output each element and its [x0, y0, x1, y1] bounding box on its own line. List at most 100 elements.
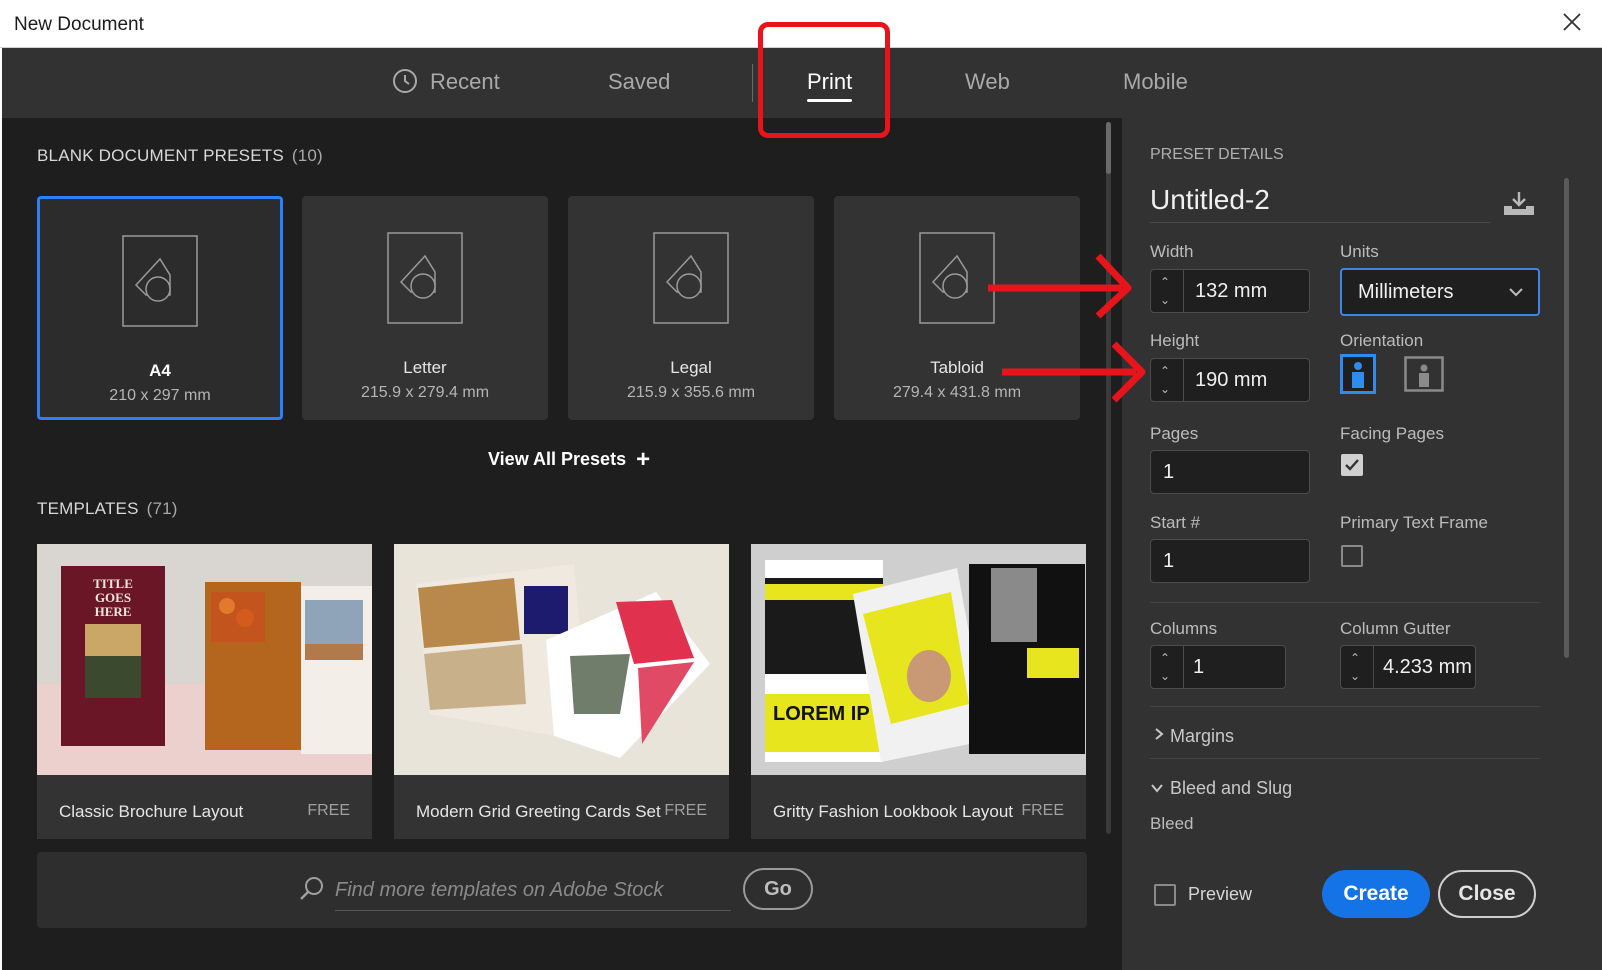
clock-icon [393, 69, 417, 94]
preset-card-a4[interactable]: A4 210 x 297 mm [37, 196, 283, 420]
chevron-down-icon[interactable]: ⌄ [1160, 294, 1170, 306]
pages-value: 1 [1163, 461, 1175, 483]
checkmark-icon [1345, 459, 1359, 471]
go-button[interactable]: Go [743, 868, 813, 910]
chevron-down-icon[interactable]: ⌄ [1160, 383, 1170, 395]
templates-heading: TEMPLATES (71) [37, 499, 178, 519]
columns-label: Columns [1150, 619, 1218, 638]
stock-search-input[interactable] [335, 870, 731, 911]
tab-separator [752, 64, 753, 102]
document-name-field[interactable]: Untitled-2 [1150, 184, 1490, 223]
save-preset-icon[interactable] [1502, 190, 1536, 218]
preset-size: 215.9 x 355.6 mm [626, 384, 756, 401]
pages-label: Pages [1150, 424, 1199, 443]
presets-heading: BLANK DOCUMENT PRESETS (10) [37, 146, 323, 166]
view-all-label: View All Presets [488, 449, 627, 469]
preview-checkbox[interactable] [1154, 884, 1176, 906]
orientation-label: Orientation [1340, 331, 1424, 350]
tab-label: Web [965, 69, 1010, 94]
template-card-greeting[interactable]: Modern Grid Greeting Cards Set FREE [394, 544, 729, 839]
preset-card-legal[interactable]: Legal 215.9 x 355.6 mm [568, 196, 814, 420]
template-name: Modern Grid Greeting Cards Set [416, 802, 661, 821]
template-price: FREE [307, 802, 350, 819]
preset-card-letter[interactable]: Letter 215.9 x 279.4 mm [302, 196, 548, 420]
tab-saved[interactable]: Saved [608, 68, 670, 104]
document-shapes-icon [122, 235, 198, 327]
chevron-up-icon[interactable]: ⌃ [1160, 276, 1170, 288]
start-page-field[interactable]: 1 [1150, 539, 1310, 583]
column-gutter-field[interactable]: ⌃ ⌄ 4.233 mm [1340, 645, 1476, 689]
chevron-down-icon[interactable]: ⌄ [1350, 670, 1360, 682]
height-label: Height [1150, 331, 1200, 350]
preset-name: A4 [149, 361, 171, 380]
width-stepper[interactable]: ⌃ ⌄ [1151, 270, 1184, 312]
column-gutter-label: Column Gutter [1340, 619, 1451, 638]
tab-recent[interactable]: Recent [392, 68, 500, 104]
preset-size: 210 x 297 mm [109, 387, 211, 404]
new-document-dialog: Recent Saved Print Web Mobile BLANK DOCU… [2, 48, 1602, 970]
gutter-value: 4.233 mm [1383, 656, 1472, 678]
chevron-up-icon[interactable]: ⌃ [1160, 365, 1170, 377]
width-field[interactable]: ⌃ ⌄ 132 mm [1150, 269, 1310, 313]
height-stepper[interactable]: ⌃ ⌄ [1151, 359, 1184, 401]
stock-search-bar: Go [37, 852, 1087, 928]
columns-stepper[interactable]: ⌃ ⌄ [1151, 646, 1184, 688]
template-name: Classic Brochure Layout [59, 802, 244, 821]
tab-web[interactable]: Web [965, 68, 1010, 104]
units-select[interactable]: Millimeters [1340, 268, 1540, 316]
view-all-presets-link[interactable]: View All Presets + [488, 446, 650, 474]
chevron-down-icon[interactable]: ⌄ [1160, 670, 1170, 682]
svg-text:TITLE: TITLE [93, 576, 133, 591]
columns-value: 1 [1193, 656, 1205, 678]
gutter-stepper[interactable]: ⌃ ⌄ [1341, 646, 1374, 688]
presets-scrollbar[interactable] [1106, 122, 1111, 834]
close-icon[interactable] [1560, 10, 1584, 34]
facing-pages-label: Facing Pages [1340, 424, 1444, 443]
close-button[interactable]: Close [1438, 870, 1536, 918]
height-field[interactable]: ⌃ ⌄ 190 mm [1150, 358, 1310, 402]
annotation-arrow [988, 253, 1132, 319]
margins-expander[interactable]: Margins [1154, 726, 1234, 747]
presets-title: BLANK DOCUMENT PRESETS [37, 146, 284, 165]
template-thumbnail: LOREM IP [751, 544, 1086, 775]
preset-name: Legal [670, 358, 712, 377]
svg-text:HERE: HERE [95, 604, 132, 619]
details-scrollbar[interactable] [1564, 178, 1569, 658]
template-name: Gritty Fashion Lookbook Layout [773, 802, 1014, 821]
preset-size: 215.9 x 279.4 mm [360, 384, 490, 401]
primary-text-frame-checkbox[interactable] [1341, 545, 1363, 567]
bleed-slug-expander[interactable]: Bleed and Slug [1150, 778, 1292, 799]
width-label: Width [1150, 242, 1194, 261]
chevron-up-icon[interactable]: ⌃ [1350, 652, 1360, 664]
chevron-up-icon[interactable]: ⌃ [1160, 652, 1170, 664]
template-card-fashion[interactable]: LOREM IP Gritty Fashion Lookbook Layout … [751, 544, 1086, 839]
pages-field[interactable]: 1 [1150, 450, 1310, 494]
bleed-slug-label: Bleed and Slug [1170, 778, 1293, 798]
scrollbar-thumb[interactable] [1106, 122, 1111, 174]
units-value: Millimeters [1358, 281, 1454, 303]
annotation-arrow [1002, 341, 1146, 403]
tab-mobile[interactable]: Mobile [1123, 68, 1188, 104]
search-icon [300, 877, 323, 900]
templates-title: TEMPLATES [37, 499, 139, 518]
template-card-brochure[interactable]: TITLE GOES HERE Classic Brochure Layout … [37, 544, 372, 839]
svg-text:GOES: GOES [95, 590, 131, 605]
preset-name: Letter [403, 358, 447, 377]
portrait-orientation-icon[interactable] [1340, 354, 1376, 394]
columns-field[interactable]: ⌃ ⌄ 1 [1150, 645, 1286, 689]
primary-text-frame-label: Primary Text Frame [1340, 513, 1488, 532]
units-label: Units [1340, 242, 1379, 261]
divider [1150, 758, 1540, 759]
svg-text:LOREM IP: LOREM IP [773, 703, 870, 725]
bleed-label: Bleed [1150, 814, 1194, 833]
create-button[interactable]: Create [1322, 870, 1430, 918]
template-price: FREE [664, 802, 707, 819]
chevron-right-icon [1155, 728, 1164, 740]
annotation-highlight-box [758, 22, 890, 138]
preset-details-panel: PRESET DETAILS Untitled-2 Width ⌃ ⌄ 132 … [1122, 118, 1602, 970]
divider [1150, 602, 1540, 603]
chevron-down-icon [1509, 288, 1523, 297]
facing-pages-checkbox[interactable] [1341, 454, 1363, 476]
template-thumbnail: TITLE GOES HERE [37, 544, 372, 775]
landscape-orientation-icon[interactable] [1404, 354, 1444, 394]
